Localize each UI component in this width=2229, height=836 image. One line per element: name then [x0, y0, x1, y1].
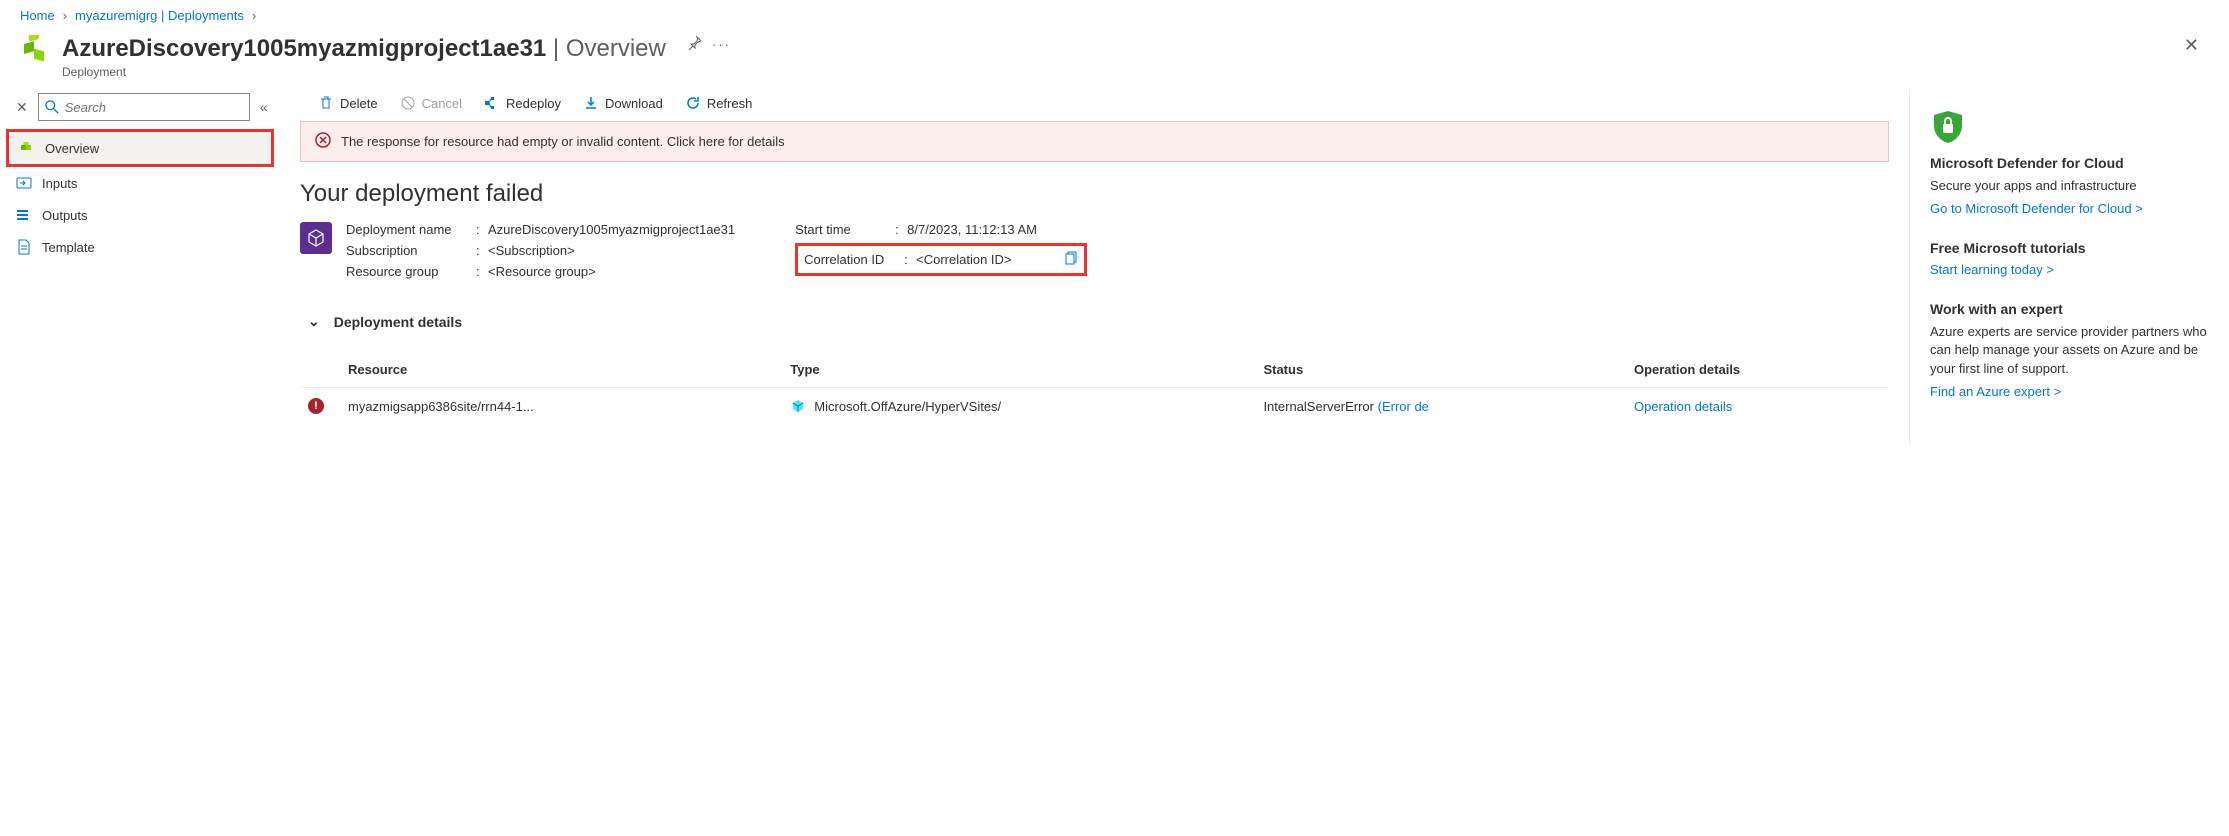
- refresh-icon: [685, 95, 701, 111]
- sidebar-item-label: Template: [42, 240, 95, 255]
- breadcrumb-rg[interactable]: myazuremigrg | Deployments: [75, 8, 244, 23]
- sidebar-item-label: Overview: [45, 141, 99, 156]
- copy-icon[interactable]: [1062, 250, 1078, 269]
- close-icon[interactable]: ✕: [2184, 35, 2209, 56]
- alert-text: The response for resource had empty or i…: [341, 134, 785, 149]
- sidebar-item-inputs[interactable]: Inputs: [6, 167, 274, 199]
- row-operation-details-link[interactable]: Operation details: [1634, 399, 1732, 414]
- tutorials-link[interactable]: Start learning today >: [1930, 262, 2054, 277]
- page-title: AzureDiscovery1005myazmigproject1ae31 | …: [62, 35, 666, 63]
- sidebar: ✕ « Overview Inputs Outputs: [0, 89, 280, 444]
- expert-body: Azure experts are service provider partn…: [1930, 323, 2209, 378]
- redeploy-icon: [484, 95, 500, 111]
- page-subtitle: Deployment: [62, 65, 666, 79]
- resource-type-icon: [790, 398, 806, 414]
- row-error-icon: !: [308, 398, 324, 414]
- sidebar-item-label: Inputs: [42, 176, 77, 191]
- download-button[interactable]: Download: [583, 95, 663, 111]
- deployment-cube-icon: [300, 222, 332, 254]
- col-header-operation: Operation details: [1634, 362, 1881, 377]
- value-correlation-id: <Correlation ID>: [916, 252, 1011, 267]
- right-panel: Microsoft Defender for Cloud Secure your…: [1909, 89, 2229, 444]
- col-header-type: Type: [790, 362, 1263, 377]
- deployment-details-section: ⌄ Deployment details Resource Type Statu…: [300, 307, 1889, 424]
- chevron-right-icon: ›: [63, 8, 67, 23]
- label-start-time: Start time: [795, 222, 895, 237]
- row-resource: myazmigsapp6386site/rrn44-1...: [348, 399, 790, 414]
- defender-link[interactable]: Go to Microsoft Defender for Cloud >: [1930, 201, 2143, 216]
- deployment-details-table: Resource Type Status Operation details !…: [300, 352, 1889, 424]
- value-subscription-link[interactable]: <Subscription>: [488, 243, 575, 258]
- row-type: Microsoft.OffAzure/HyperVSites/: [790, 398, 1263, 414]
- expert-link[interactable]: Find an Azure expert >: [1930, 384, 2061, 399]
- label-subscription: Subscription: [346, 243, 476, 258]
- breadcrumb: Home › myazuremigrg | Deployments ›: [0, 0, 2229, 31]
- download-icon: [583, 95, 599, 111]
- outputs-icon: [16, 207, 32, 223]
- search-input[interactable]: [65, 100, 243, 115]
- row-error-link[interactable]: (Error de: [1378, 399, 1429, 414]
- search-icon: [45, 100, 59, 114]
- clear-search-icon[interactable]: ✕: [12, 99, 32, 116]
- col-header-resource: Resource: [348, 362, 790, 377]
- label-deployment-name: Deployment name: [346, 222, 476, 237]
- expert-title: Work with an expert: [1930, 301, 2209, 317]
- table-row: ! myazmigsapp6386site/rrn44-1... Microso…: [300, 388, 1889, 424]
- sidebar-item-label: Outputs: [42, 208, 88, 223]
- deployment-failed-title: Your deployment failed: [300, 180, 1889, 208]
- value-resource-group-link[interactable]: <Resource group>: [488, 264, 596, 279]
- value-deployment-name: AzureDiscovery1005myazmigproject1ae31: [488, 222, 735, 237]
- sidebar-item-template[interactable]: Template: [6, 231, 274, 263]
- breadcrumb-home[interactable]: Home: [20, 8, 55, 23]
- search-input-wrapper[interactable]: [38, 93, 250, 121]
- page-header: AzureDiscovery1005myazmigproject1ae31 | …: [0, 31, 2229, 89]
- defender-title: Microsoft Defender for Cloud: [1930, 155, 2209, 171]
- delete-button[interactable]: Delete: [318, 95, 378, 111]
- col-header-status: Status: [1263, 362, 1634, 377]
- label-resource-group: Resource group: [346, 264, 476, 279]
- toolbar: Delete Cancel Redeploy Download Refresh: [300, 89, 1889, 121]
- redeploy-button[interactable]: Redeploy: [484, 95, 561, 111]
- value-start-time: 8/7/2023, 11:12:13 AM: [907, 222, 1037, 237]
- label-correlation-id: Correlation ID: [804, 252, 904, 267]
- overview-icon: [19, 140, 35, 156]
- pin-icon[interactable]: [686, 35, 702, 54]
- refresh-button[interactable]: Refresh: [685, 95, 753, 111]
- cancel-button: Cancel: [400, 95, 462, 111]
- deployment-resource-icon: [20, 35, 52, 67]
- deployment-details-toggle[interactable]: ⌄ Deployment details: [300, 307, 1889, 336]
- deployment-summary: Deployment name : AzureDiscovery1005myaz…: [300, 222, 1889, 279]
- delete-icon: [318, 95, 334, 111]
- correlation-id-block: Correlation ID : <Correlation ID>: [795, 243, 1086, 276]
- tutorials-title: Free Microsoft tutorials: [1930, 240, 2209, 256]
- template-icon: [16, 239, 32, 255]
- collapse-sidebar-icon[interactable]: «: [256, 99, 272, 115]
- sidebar-item-overview[interactable]: Overview: [6, 129, 274, 167]
- error-circle-icon: [315, 132, 331, 151]
- sidebar-item-outputs[interactable]: Outputs: [6, 199, 274, 231]
- row-status: InternalServerError (Error de: [1263, 399, 1634, 414]
- inputs-icon: [16, 175, 32, 191]
- chevron-down-icon: ⌄: [308, 313, 320, 330]
- cancel-icon: [400, 95, 416, 111]
- shield-icon: [1930, 109, 1966, 145]
- error-alert[interactable]: The response for resource had empty or i…: [300, 121, 1889, 162]
- more-icon[interactable]: ···: [712, 37, 731, 52]
- chevron-right-icon: ›: [252, 8, 256, 23]
- defender-subtitle: Secure your apps and infrastructure: [1930, 177, 2209, 195]
